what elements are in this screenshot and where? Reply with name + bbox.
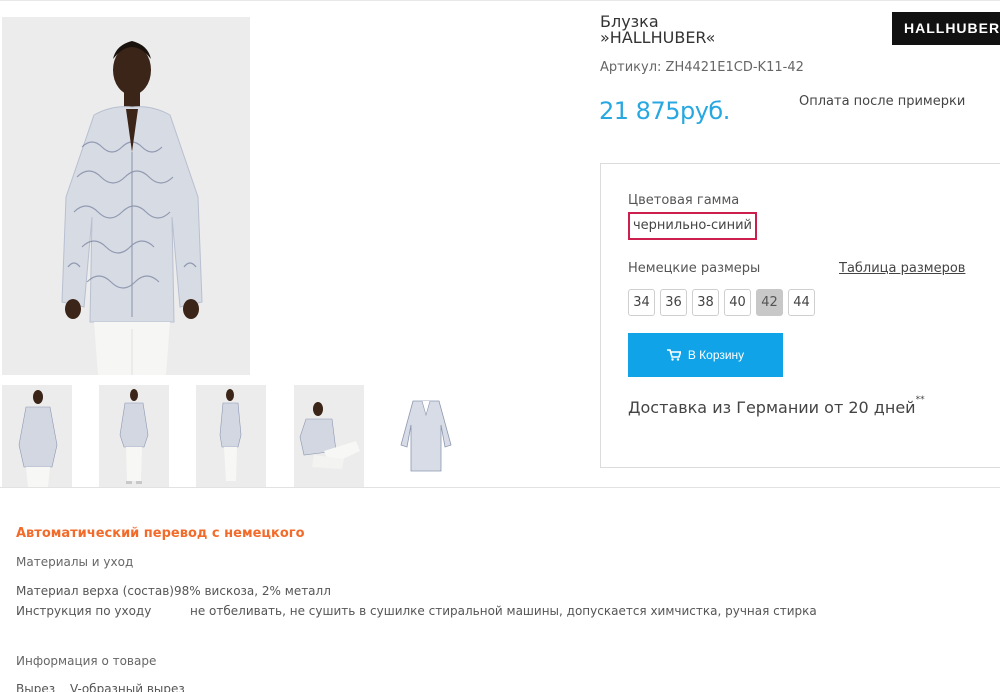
size-option-34[interactable]: 34 [628, 289, 655, 316]
brand-logo[interactable]: HALLHUBER [892, 12, 1000, 45]
main-product-image[interactable] [2, 17, 250, 375]
size-option-40[interactable]: 40 [724, 289, 751, 316]
neck-row: Вырез V-образный вырез [16, 682, 416, 692]
thumbnail-side[interactable] [196, 385, 266, 487]
thumbnail-front[interactable] [2, 385, 72, 487]
add-to-cart-label: В Корзину [687, 348, 745, 362]
thumbnail-front-full[interactable] [99, 385, 169, 487]
material-value: 98% вискоза, 2% металл [174, 584, 331, 598]
auto-translate-notice: Автоматический перевод с немецкого [16, 526, 305, 541]
add-to-cart-button[interactable]: В Корзину [628, 333, 783, 377]
delivery-info: Доставка из Германии от 20 дней** [628, 395, 925, 417]
payment-note: Оплата после примерки [799, 94, 966, 109]
size-option-42[interactable]: 42 [756, 289, 783, 316]
product-price: 21 875руб. [599, 97, 730, 125]
delivery-footnote-mark: ** [915, 395, 925, 405]
care-label: Инструкция по уходу [16, 604, 152, 618]
materials-heading: Материалы и уход [16, 555, 134, 569]
material-label: Материал верха (состав) [16, 584, 174, 598]
size-table-link[interactable]: Таблица размеров [839, 261, 965, 276]
care-row: Инструкция по уходу не отбеливать, не су… [16, 604, 1000, 620]
size-label: Немецкие размеры [628, 261, 761, 276]
thumbnail-sitting[interactable] [294, 385, 364, 487]
thumbnail-flat[interactable] [391, 385, 461, 487]
size-option-44[interactable]: 44 [788, 289, 815, 316]
delivery-text: Доставка из Германии от 20 дней [628, 398, 916, 417]
size-option-38[interactable]: 38 [692, 289, 719, 316]
color-value[interactable]: чернильно-синий [628, 212, 757, 240]
neck-value: V-образный вырез [70, 682, 185, 692]
top-border [0, 0, 1000, 1]
cart-icon [666, 349, 682, 361]
section-divider [0, 487, 1000, 488]
product-sku: Артикул: ZH4421E1CD-K11-42 [600, 60, 804, 75]
color-label: Цветовая гамма [628, 193, 740, 208]
material-row: Материал верха (состав)98% вискоза, 2% м… [16, 584, 331, 598]
size-option-36[interactable]: 36 [660, 289, 687, 316]
product-title: Блузка »HALLHUBER« [600, 14, 715, 46]
neck-label: Вырез [16, 682, 56, 692]
product-info-heading: Информация о товаре [16, 654, 157, 668]
care-value: не отбеливать, не сушить в сушилке стира… [190, 604, 817, 618]
product-title-line2: »HALLHUBER« [600, 28, 716, 47]
